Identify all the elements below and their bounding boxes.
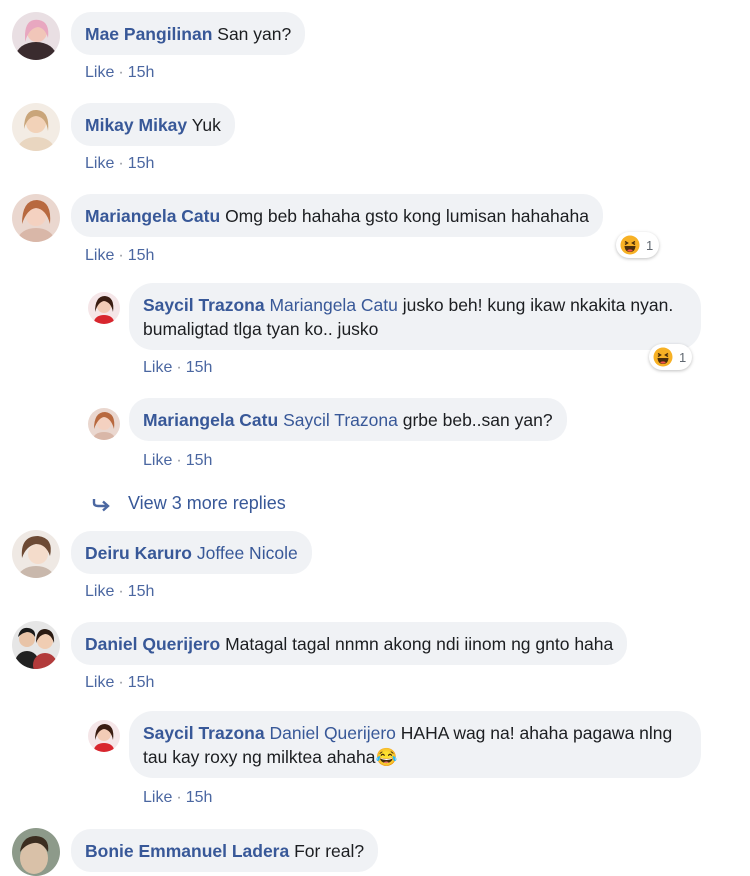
- reaction-count: 1: [679, 349, 687, 365]
- view-more-replies-label[interactable]: View 3 more replies: [128, 493, 286, 514]
- comment-meta: Like · 15h: [85, 155, 155, 172]
- reaction-badge[interactable]: 1: [649, 344, 693, 370]
- avatar[interactable]: [12, 530, 60, 578]
- comment-bubble: Daniel Querijero Matagal tagal nnmn akon…: [71, 622, 628, 665]
- reply-arrow-icon: [92, 498, 110, 511]
- like-button[interactable]: Like: [143, 359, 172, 376]
- mention-link[interactable]: Saycil Trazona: [283, 410, 398, 430]
- comment-bubble: Saycil Trazona Mariangela Catu jusko beh…: [129, 283, 701, 350]
- comment-author[interactable]: Mikay Mikay: [85, 115, 187, 135]
- comment-bubble: Mariangela Catu Saycil Trazona grbe beb.…: [129, 398, 567, 441]
- timestamp[interactable]: 15h: [186, 359, 213, 376]
- comment-author[interactable]: Saycil Trazona: [143, 723, 265, 743]
- comment-bubble: Deiru Karuro Joffee Nicole: [71, 531, 312, 574]
- comment-author[interactable]: Mariangela Catu: [85, 206, 220, 226]
- timestamp[interactable]: 15h: [128, 247, 155, 264]
- comment-bubble: Bonie Emmanuel Ladera For real?: [71, 829, 379, 872]
- comment-author[interactable]: Saycil Trazona: [143, 295, 265, 315]
- comment-meta: Like · 15h: [143, 359, 213, 376]
- comment-bubble: Saycil Trazona Daniel Querijero HAHA wag…: [129, 711, 701, 778]
- comment-text: grbe beb..san yan?: [402, 410, 553, 430]
- timestamp[interactable]: 15h: [128, 583, 155, 600]
- comment-bubble: Mikay Mikay Yuk: [71, 103, 235, 146]
- reaction-badge[interactable]: 1: [616, 232, 660, 258]
- comment-meta: Like · 15h: [85, 674, 155, 691]
- avatar[interactable]: [12, 194, 60, 242]
- timestamp[interactable]: 15h: [186, 789, 213, 806]
- avatar[interactable]: [88, 292, 120, 324]
- avatar[interactable]: [12, 12, 60, 60]
- comment-text: Yuk: [191, 115, 221, 135]
- view-more-replies-link[interactable]: View 3 more replies: [92, 493, 286, 514]
- mention-link[interactable]: Mariangela Catu: [269, 295, 397, 315]
- timestamp[interactable]: 15h: [128, 674, 155, 691]
- comment-author[interactable]: Daniel Querijero: [85, 634, 220, 654]
- haha-reaction-icon: [620, 235, 640, 255]
- like-button[interactable]: Like: [143, 789, 172, 806]
- timestamp[interactable]: 15h: [128, 155, 155, 172]
- timestamp[interactable]: 15h: [186, 452, 213, 469]
- like-button[interactable]: Like: [85, 155, 114, 172]
- comment-meta: Like · 15h: [143, 789, 213, 806]
- comment-author[interactable]: Deiru Karuro: [85, 543, 192, 563]
- avatar[interactable]: [12, 621, 60, 669]
- like-button[interactable]: Like: [85, 674, 114, 691]
- like-button[interactable]: Like: [85, 247, 114, 264]
- comment-text: For real?: [294, 841, 365, 861]
- comment-text: Matagal tagal nnmn akong ndi iinom ng gn…: [225, 634, 614, 654]
- like-button[interactable]: Like: [85, 64, 114, 81]
- like-button[interactable]: Like: [85, 583, 114, 600]
- mention-link[interactable]: Joffee Nicole: [197, 543, 298, 563]
- comment-meta: Like · 15h: [85, 247, 155, 264]
- comment-meta: Like · 15h: [85, 64, 155, 81]
- timestamp[interactable]: 15h: [128, 64, 155, 81]
- comment-meta: Like · 15h: [85, 583, 155, 600]
- avatar[interactable]: [88, 720, 120, 752]
- reaction-count: 1: [646, 237, 654, 253]
- like-button[interactable]: Like: [143, 452, 172, 469]
- comment-author[interactable]: Mae Pangilinan: [85, 24, 212, 44]
- comment-author[interactable]: Bonie Emmanuel Ladera: [85, 841, 289, 861]
- comment-text: Omg beb hahaha gsto kong lumisan hahahah…: [225, 206, 589, 226]
- comment-meta: Like · 15h: [143, 452, 213, 469]
- avatar[interactable]: [88, 408, 120, 440]
- haha-reaction-icon: [653, 347, 673, 367]
- comment-bubble: Mariangela Catu Omg beb hahaha gsto kong…: [71, 194, 603, 237]
- comment-text: San yan?: [217, 24, 292, 44]
- avatar[interactable]: [12, 103, 60, 151]
- mention-link[interactable]: Daniel Querijero: [269, 723, 395, 743]
- tears-of-joy-emoji: 😂: [375, 747, 398, 767]
- comment-author[interactable]: Mariangela Catu: [143, 410, 278, 430]
- comment-bubble: Mae Pangilinan San yan?: [71, 12, 306, 55]
- avatar[interactable]: [12, 828, 60, 876]
